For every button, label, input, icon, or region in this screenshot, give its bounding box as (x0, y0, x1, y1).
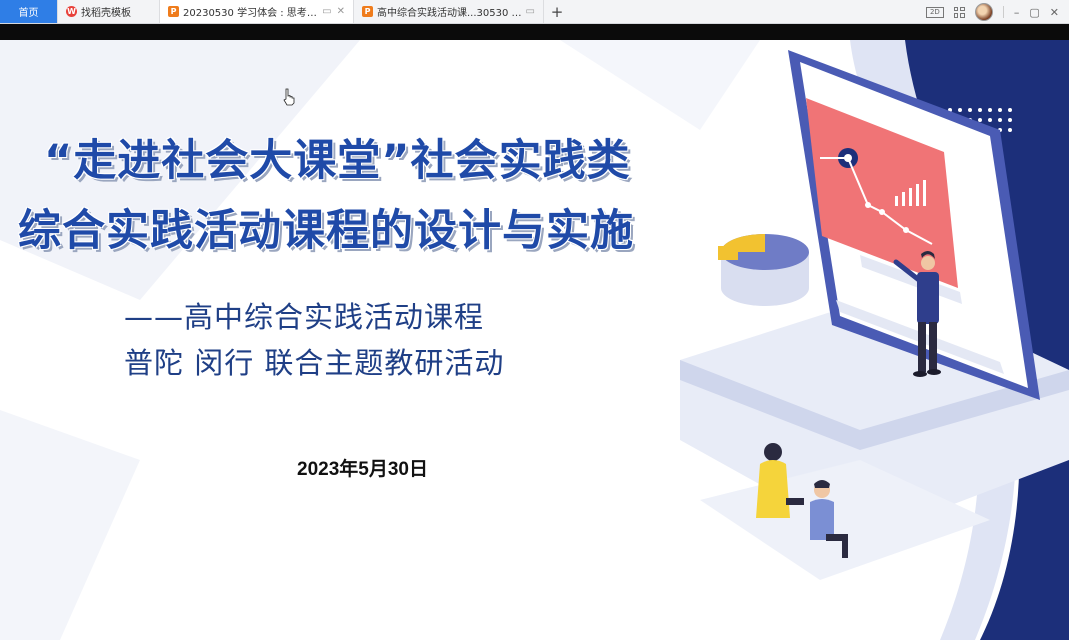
tab-close-icon[interactable]: ✕ (337, 6, 345, 17)
slide-title-line-2: 综合实践活动课程的设计与实施 (18, 206, 634, 256)
divider (1002, 6, 1004, 18)
new-tab-button[interactable]: + (544, 0, 570, 23)
tab-home[interactable]: 首页 (0, 0, 58, 23)
tab-dock-icon[interactable]: ▭ (322, 6, 331, 17)
app-grid-icon[interactable] (953, 6, 965, 18)
bg-shape (560, 40, 760, 130)
tab-template-store[interactable]: W 找稻壳模板 (58, 0, 160, 23)
tab-dock-icon[interactable]: ▭ (526, 6, 535, 17)
bg-shape (0, 410, 140, 640)
tab-label: 20230530 学习体会 : 思考.pptx (183, 8, 319, 19)
hand-cursor-icon (283, 88, 295, 106)
tab-home-label: 首页 (18, 8, 39, 19)
minimize-button[interactable]: – (1014, 6, 1020, 19)
restore-button[interactable]: ▢ (1029, 6, 1039, 19)
window-controls: 2D – ▢ ✕ (925, 0, 1069, 24)
slide-title-line-1: “走进社会大课堂”社会实践类 (44, 136, 631, 186)
tab-label: 高中综合实践活动课...30530 2.0 (377, 8, 522, 19)
ppt-icon: P (362, 6, 373, 17)
wps-icon: W (66, 6, 77, 17)
slide-subtitle-line-1: ——高中综合实践活动课程 (124, 300, 485, 334)
avatar[interactable] (974, 3, 993, 21)
slideshow-top-bar (0, 24, 1069, 40)
slide-subtitle-line-2: 普陀 闵行 联合主题教研活动 (124, 346, 505, 380)
tab-pptx-active[interactable]: P 20230530 学习体会 : 思考.pptx ▭ ✕ (160, 0, 354, 23)
ppt-icon: P (168, 6, 179, 17)
close-button[interactable]: ✕ (1050, 6, 1059, 19)
slide-date: 2023年5月30日 (297, 459, 428, 480)
browser-tab-bar: 首页 W 找稻壳模板 P 20230530 学习体会 : 思考.pptx ▭ ✕… (0, 0, 1069, 24)
tab-label: 找稻壳模板 (81, 8, 131, 19)
reading-mode-icon[interactable]: 2D (925, 6, 944, 18)
tab-pptx-2[interactable]: P 高中综合实践活动课...30530 2.0 ▭ (354, 0, 544, 23)
presentation-slide[interactable]: “走进社会大课堂”社会实践类 综合实践活动课程的设计与实施 ——高中综合实践活动… (0, 40, 1069, 640)
